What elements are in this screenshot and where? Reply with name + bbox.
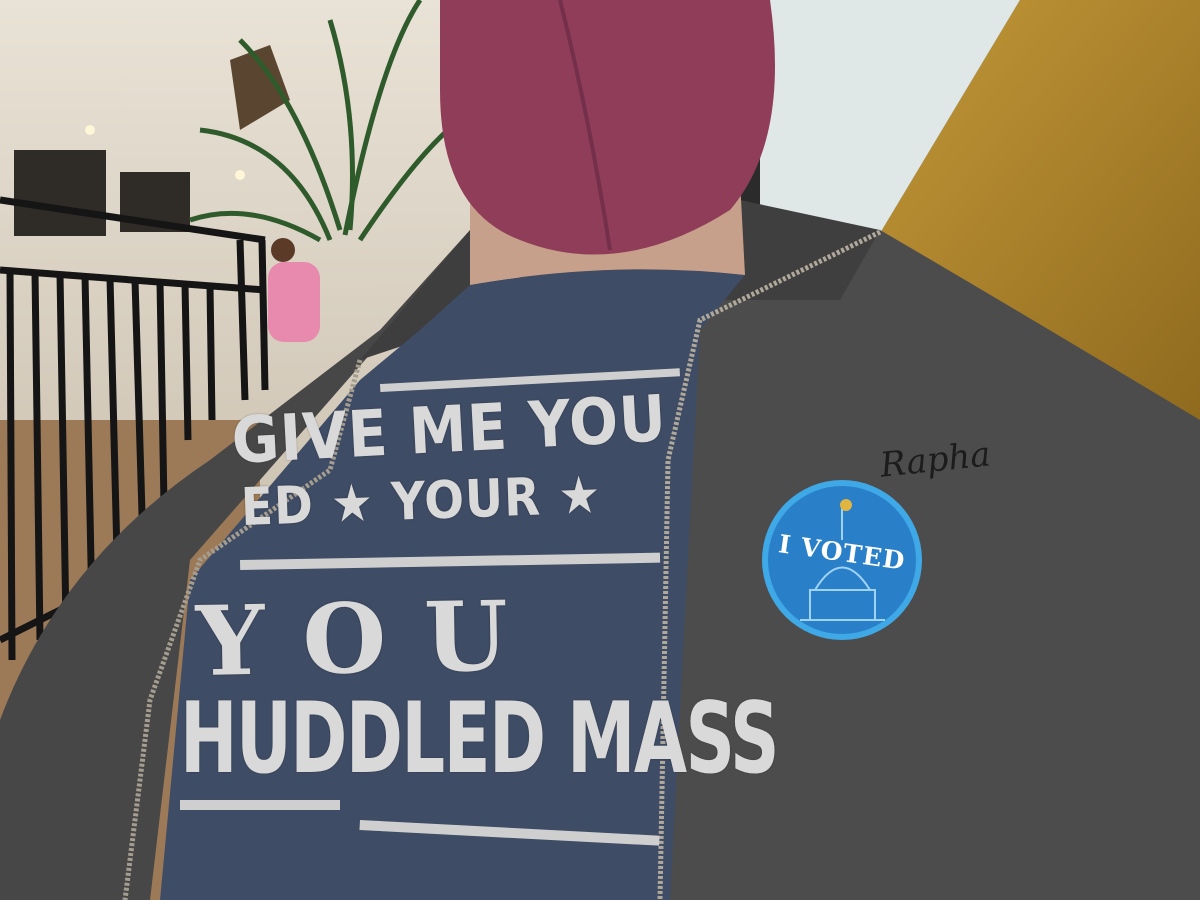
shirt-text-line-4: HUDDLED MASS	[180, 682, 780, 796]
shirt-text-line-2: ED ★ YOUR ★	[240, 465, 603, 538]
menu-board-left	[14, 150, 106, 236]
statue-icon	[840, 499, 852, 511]
shirt-text-line-3: YOU	[195, 578, 547, 698]
photo-scene: GIVE ME YOU ED ★ YOUR ★ YOU HUDDLED MASS…	[0, 0, 1200, 900]
person-pink	[268, 262, 320, 342]
